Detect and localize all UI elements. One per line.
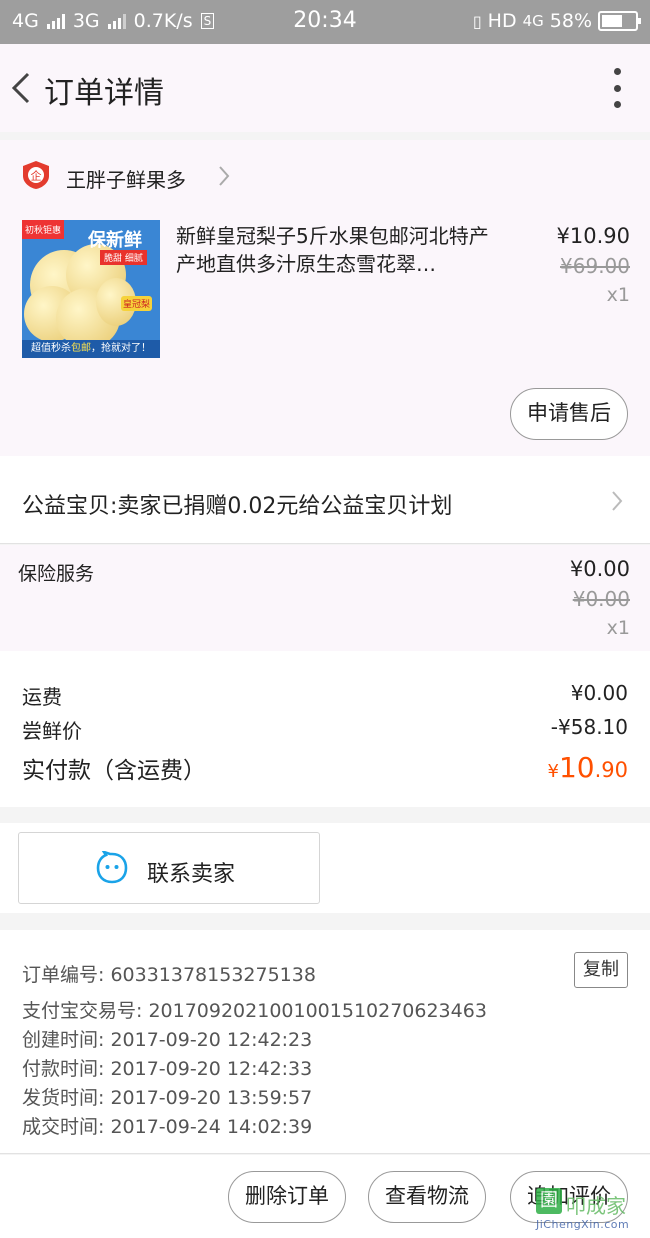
battery-icon — [598, 11, 641, 31]
insurance-row: 保险服务 ¥0.00 ¥0.00 x1 — [0, 545, 650, 651]
product-original-price: ¥69.00 — [560, 254, 630, 278]
contact-seller-button[interactable]: 联系卖家 — [18, 832, 320, 904]
contact-seller-label: 联系卖家 — [147, 862, 236, 887]
shop-logo-text: 企 — [31, 169, 42, 183]
charity-text: 公益宝贝:卖家已捐赠0.02元给公益宝贝计划 — [22, 494, 453, 519]
watermark-text: 叩成家 — [566, 1194, 626, 1218]
paid-time: 付款时间: 2017-09-20 12:42:33 — [22, 1058, 313, 1080]
enterprise-shield-icon: 企 — [22, 160, 50, 190]
order-number: 订单编号: 60331378153275138 — [22, 964, 316, 986]
thumbnail-tag: 脆甜 细腻 — [100, 250, 147, 265]
battery-percent: 58% — [549, 10, 592, 32]
discount-value: -¥58.10 — [550, 715, 628, 739]
thumbnail-crown: 皇冠梨 — [120, 296, 152, 311]
watermark-logo: 園 叩成家 JiChengXin.com — [536, 1188, 646, 1234]
network-4g-label-right: 4G — [522, 12, 544, 30]
thumbnail-title: 保新鲜 — [88, 230, 142, 251]
aftersale-button[interactable]: 申请售后 — [510, 388, 628, 440]
chat-bubble-icon — [96, 851, 128, 884]
insurance-original-price: ¥0.00 — [572, 587, 630, 611]
created-time: 创建时间: 2017-09-20 12:42:23 — [22, 1029, 313, 1051]
chevron-right-icon — [219, 166, 230, 186]
thumbnail-badge: 初秋钜惠 — [22, 220, 65, 239]
shipping-label: 运费 — [22, 685, 62, 709]
discount-label: 尝鲜价 — [22, 719, 82, 743]
copy-button[interactable]: 复制 — [574, 952, 628, 988]
product-name[interactable]: 新鲜皇冠梨子5斤水果包邮河北特产产地直供多汁原生态雪花翠… — [176, 222, 506, 278]
hd-label: HD — [487, 10, 517, 32]
shipped-time: 发货时间: 2017-09-20 13:59:57 — [22, 1087, 313, 1109]
chevron-left-icon[interactable] — [6, 66, 42, 110]
watermark-url: JiChengXin.com — [536, 1218, 630, 1231]
shop-row[interactable]: 企 王胖子鲜果多 — [0, 140, 650, 210]
status-right: ▯ HD 4G 58% — [472, 10, 641, 32]
thumbnail-bottom-text: 超值秒杀包邮，抢就对了！ — [22, 340, 160, 358]
completed-time: 成交时间: 2017-09-24 14:02:39 — [22, 1116, 313, 1138]
insurance-label: 保险服务 — [18, 563, 95, 585]
delete-order-button[interactable]: 删除订单 — [228, 1171, 346, 1223]
insurance-quantity: x1 — [606, 617, 630, 639]
status-bar: 4G 3G 0.7K/s S 20:34 ▯ HD 4G 58% — [0, 0, 650, 44]
shop-name[interactable]: 王胖子鲜果多 — [66, 164, 186, 193]
charity-row[interactable]: 公益宝贝:卖家已捐赠0.02元给公益宝贝计划 — [0, 456, 650, 544]
insurance-price: ¥0.00 — [569, 557, 630, 581]
chevron-right-icon — [612, 491, 623, 511]
total-label: 实付款（含运费） — [22, 758, 206, 784]
shipping-value: ¥0.00 — [570, 681, 628, 705]
more-vertical-icon[interactable] — [612, 68, 622, 108]
page-title: 订单详情 — [44, 76, 164, 111]
vibrate-icon: ▯ — [472, 11, 482, 31]
total-value: ¥10.90 — [547, 751, 629, 784]
order-info: 订单编号: 60331378153275138 复制 支付宝交易号: 20170… — [0, 930, 650, 1154]
view-logistics-button[interactable]: 查看物流 — [368, 1171, 486, 1223]
order-summary: 运费 ¥0.00 尝鲜价 -¥58.10 实付款（含运费） ¥10.90 — [0, 651, 650, 807]
watermark-box: 園 — [536, 1188, 562, 1214]
alipay-transaction-number: 支付宝交易号: 2017092021001001510270623463 — [22, 1000, 487, 1022]
product-price: ¥10.90 — [556, 224, 630, 248]
product-thumbnail[interactable]: 初秋钜惠 保新鲜 脆甜 细腻 皇冠梨 超值秒杀包邮，抢就对了！ — [22, 220, 160, 358]
product-quantity: x1 — [606, 284, 630, 306]
app-header: 订单详情 — [0, 44, 650, 132]
contact-section: 联系卖家 — [0, 823, 650, 913]
product-item: 初秋钜惠 保新鲜 脆甜 细腻 皇冠梨 超值秒杀包邮，抢就对了！ 新鲜皇冠梨子5斤… — [0, 210, 650, 456]
